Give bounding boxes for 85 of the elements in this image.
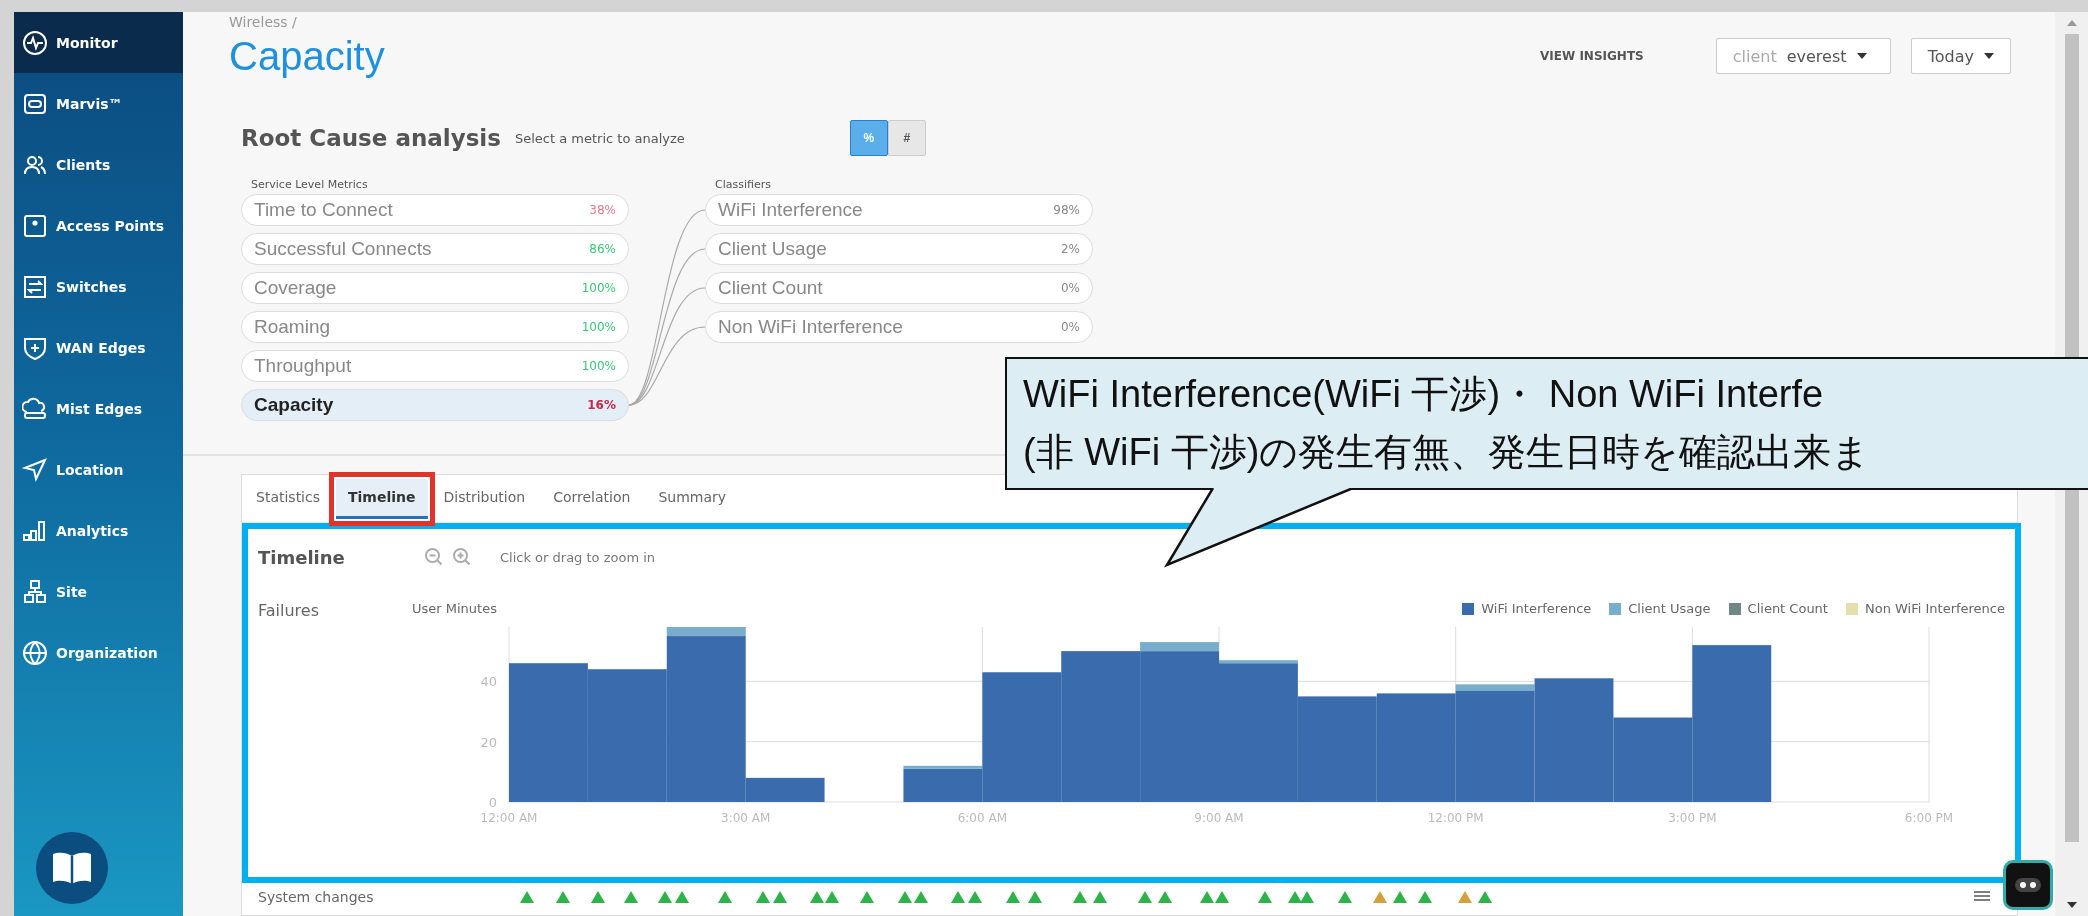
legend-swatch [1728, 602, 1741, 615]
metric-value: 100% [581, 359, 616, 373]
sidebar-item[interactable]: Location [14, 439, 183, 500]
sidebar-item[interactable]: Site [14, 561, 183, 622]
callout-text: (非 WiFi 干渉)の発生有無、発生日時を確認出来ま [1023, 430, 1872, 475]
sliders-icon[interactable] [1973, 889, 1991, 903]
page-title: Capacity [229, 34, 385, 79]
globe-icon [22, 639, 48, 666]
classifier-value: 0% [1060, 281, 1080, 295]
axis-tick-label: 20 [480, 734, 497, 750]
arrows-box-icon [22, 273, 48, 300]
metric-value: 86% [589, 242, 616, 256]
axis-tick-label: 3:00 PM [1668, 811, 1717, 825]
sidebar-item[interactable]: WAN Edges [14, 317, 183, 378]
axis-tick-label: 12:00 AM [480, 811, 538, 825]
unit-toggle[interactable]: # [887, 120, 926, 156]
client-dropdown[interactable]: client everest [1715, 38, 1891, 74]
axis-tick-label: 12:00 PM [1427, 811, 1484, 825]
robot-face-icon [2015, 878, 2041, 892]
section-title: Root Cause analysis [241, 125, 501, 151]
metric-value: 100% [581, 320, 616, 334]
metric-item[interactable]: Coverage 100% [241, 272, 629, 304]
zoom-hint: Click or drag to zoom in [500, 549, 656, 565]
axis-tick-label: 6:00 PM [1904, 811, 1954, 825]
legend-item: Client Usage [1609, 601, 1711, 616]
metric-value: 100% [581, 281, 616, 295]
metric-value: 16% [587, 398, 616, 412]
legend-item: Non WiFi Interference [1845, 601, 2005, 616]
metric-item[interactable]: Time to Connect 38% [241, 194, 629, 226]
sidebar-item[interactable]: Clients [14, 134, 183, 195]
classifier-item[interactable]: Client Count 0% [705, 272, 1093, 304]
column-heading: Service Level Metrics [251, 178, 369, 190]
callout-text: WiFi Interference(WiFi 干渉)・ Non WiFi Interfe [1023, 372, 1825, 417]
chat-bot-button[interactable] [2003, 860, 2053, 910]
sidebar-item[interactable]: Switches [14, 256, 183, 317]
column-heading: Classifiers [715, 178, 772, 190]
zoom-in-icon[interactable] [452, 547, 472, 567]
hierarchy-icon [22, 578, 48, 605]
view-insights-link[interactable]: VIEW INSIGHTS [1540, 49, 1644, 63]
legend-swatch [1462, 602, 1475, 615]
legend-item: Client Count [1728, 601, 1828, 616]
book-icon [50, 850, 94, 886]
scroll-up-icon[interactable] [2066, 20, 2077, 26]
row-label: System changes [258, 889, 375, 905]
legend-swatch [1609, 602, 1622, 615]
axis-title: User Minutes [412, 601, 497, 616]
sidebar-item[interactable]: Monitor [14, 12, 183, 73]
axis-tick-label: 6:00 AM [957, 811, 1007, 825]
classifier-value: 98% [1053, 203, 1080, 217]
sidebar-item[interactable]: Organization [14, 622, 183, 683]
classifier-value: 0% [1060, 320, 1080, 334]
legend-swatch [1845, 602, 1858, 615]
axis-tick-label: 40 [480, 674, 497, 690]
tab[interactable]: Statistics [244, 478, 332, 519]
section-subtitle: Select a metric to analyze [514, 130, 685, 146]
tab[interactable]: Distribution [431, 478, 538, 519]
caret-icon [1856, 53, 1867, 59]
axis-tick-label: 0 [488, 795, 497, 810]
panel-title: Timeline [258, 546, 346, 568]
metric-value: 38% [589, 203, 616, 217]
classifier-item[interactable]: Non WiFi Interference 0% [705, 311, 1093, 343]
metric-item[interactable]: Successful Connects 86% [241, 233, 629, 265]
sidebar-item[interactable]: Mist Edges [14, 378, 183, 439]
sidebar-item[interactable]: Marvis™ [14, 73, 183, 134]
axis-tick-label: 9:00 AM [1194, 811, 1244, 825]
classifier-value: 2% [1060, 242, 1080, 256]
axis-tick-label: 3:00 AM [721, 811, 771, 825]
sidebar-item[interactable]: Analytics [14, 500, 183, 561]
tab[interactable]: Summary [646, 478, 739, 519]
navigation-arrow-icon [22, 456, 48, 483]
legend-item: WiFi Interference [1462, 601, 1592, 616]
metric-item[interactable]: Capacity 16% [241, 389, 629, 421]
scroll-down-icon[interactable] [2066, 902, 2077, 908]
metric-item[interactable]: Throughput 100% [241, 350, 629, 382]
tab[interactable]: Correlation [541, 478, 643, 519]
classifier-item[interactable]: Client Usage 2% [705, 233, 1093, 265]
sidebar-item[interactable]: Access Points [14, 195, 183, 256]
classifier-item[interactable]: WiFi Interference 98% [705, 194, 1093, 226]
caret-icon [1984, 53, 1994, 59]
pulse-circle-icon [22, 29, 48, 56]
row-label: Failures [258, 601, 319, 620]
period-dropdown[interactable]: Today [1910, 38, 2011, 74]
zoom-out-icon[interactable] [424, 547, 444, 567]
metric-item[interactable]: Roaming 100% [241, 311, 629, 343]
cloud-icon [22, 395, 48, 422]
